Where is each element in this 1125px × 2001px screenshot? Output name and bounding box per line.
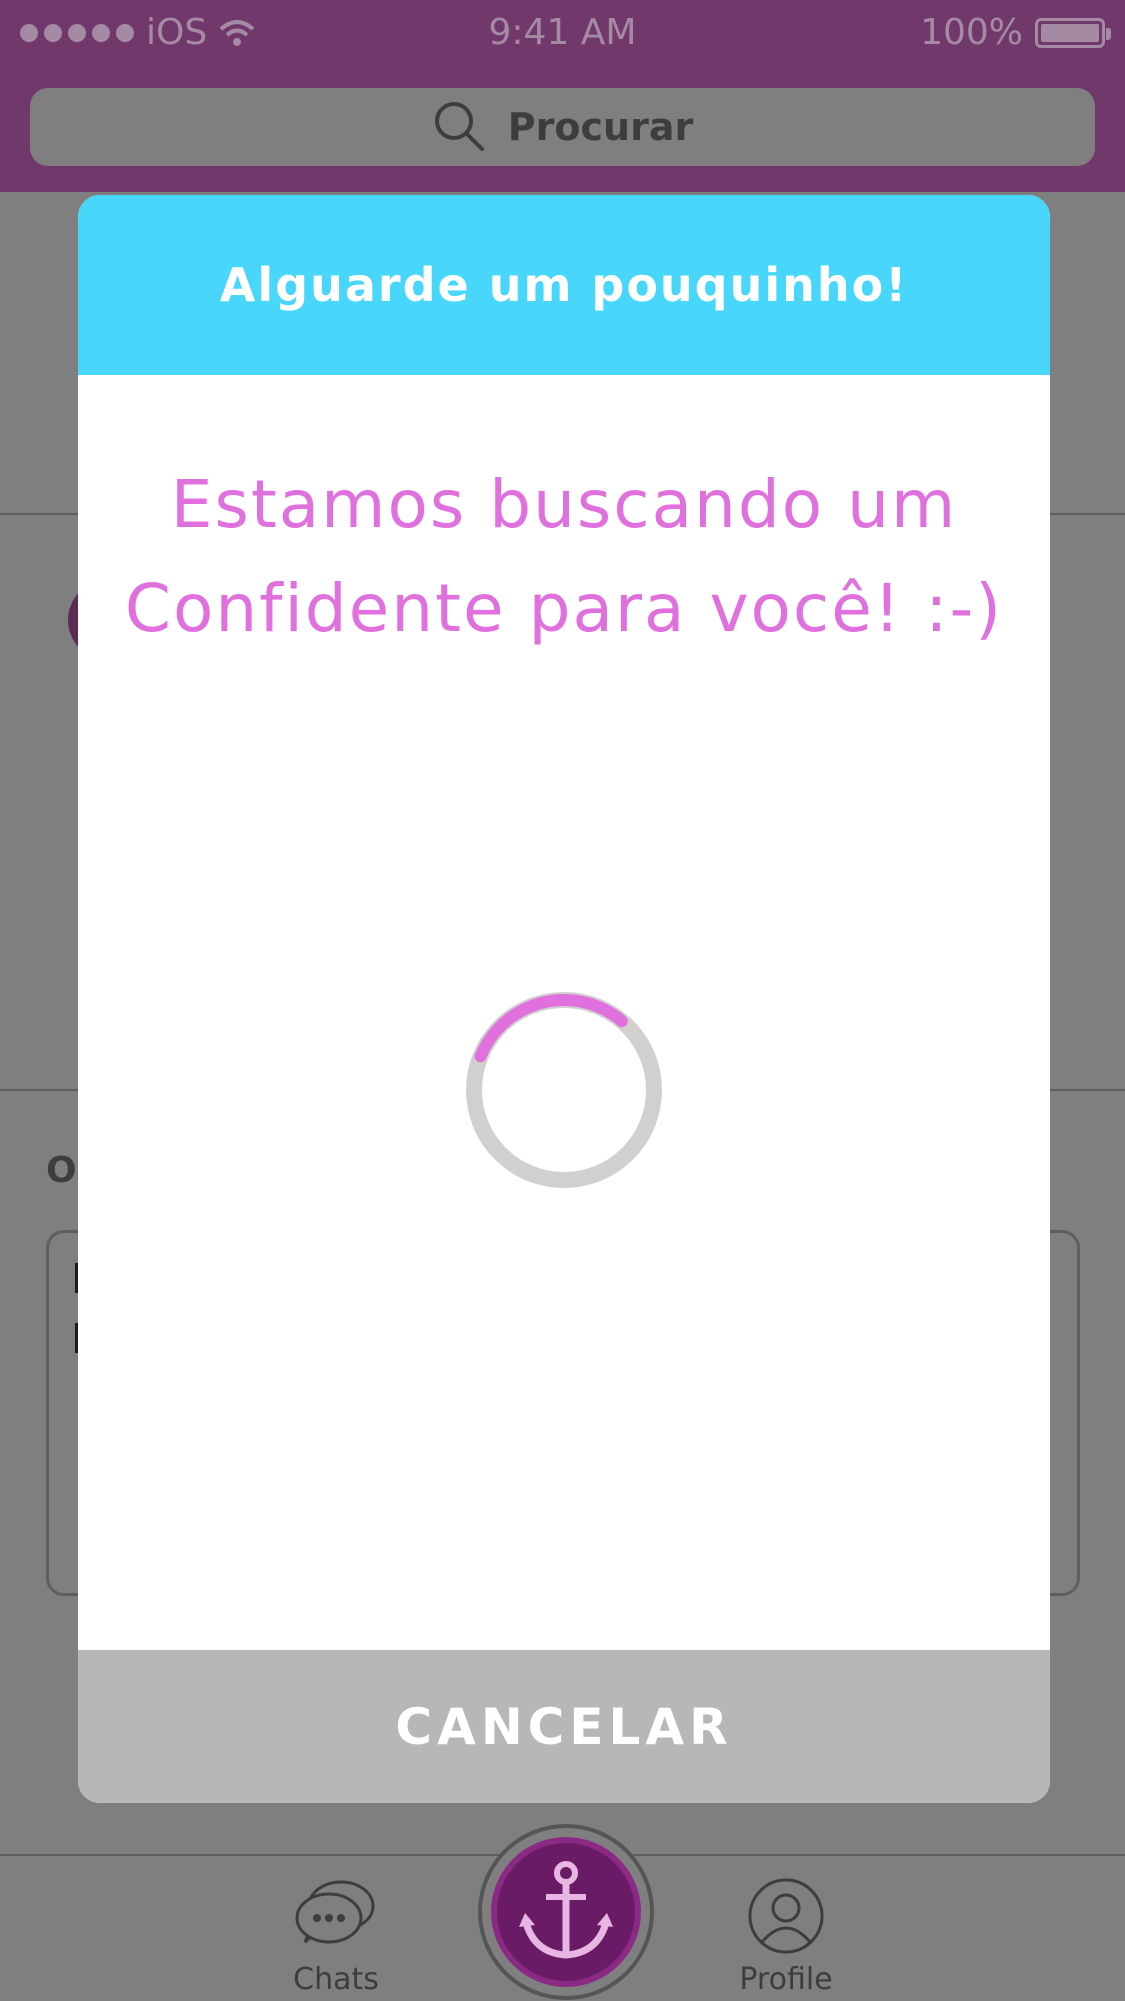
tab-chats-label: Chats [293,1962,379,1997]
status-bar: iOS 9:41 AM 100% [0,0,1125,66]
dialog-title: Alguarde um pouquinho! [78,195,1050,375]
dialog-message-line-2: Confidente para você! :-) [124,570,1004,647]
loading-spinner-icon [466,992,662,1188]
battery-percent: 100% [920,12,1023,53]
cancel-button[interactable]: CANCELAR [78,1650,1050,1803]
battery-indicator: 100% [920,12,1111,53]
anchor-button-inner [491,1837,641,1987]
tab-profile-label: Profile [739,1962,833,1997]
waiting-dialog: Alguarde um pouquinho! Estamos buscando … [78,195,1050,1803]
user-icon [748,1878,824,1954]
search-icon [434,102,484,151]
dialog-message: Estamos buscando um Confidente para você… [118,453,1010,661]
nav-bar: Procurar [0,66,1125,192]
anchor-button[interactable] [478,1824,654,2000]
chat-bubbles-icon [295,1880,375,1944]
section-label: O [46,1150,77,1191]
dialog-message-line-1: Estamos buscando um [170,466,958,543]
search-placeholder: Procurar [507,105,694,149]
tab-chats[interactable]: Chats [236,1876,436,1997]
battery-icon [1035,17,1111,48]
anchor-icon [519,1861,613,1959]
tab-profile[interactable]: Profile [686,1876,886,1997]
search-bar[interactable]: Procurar [30,88,1095,166]
